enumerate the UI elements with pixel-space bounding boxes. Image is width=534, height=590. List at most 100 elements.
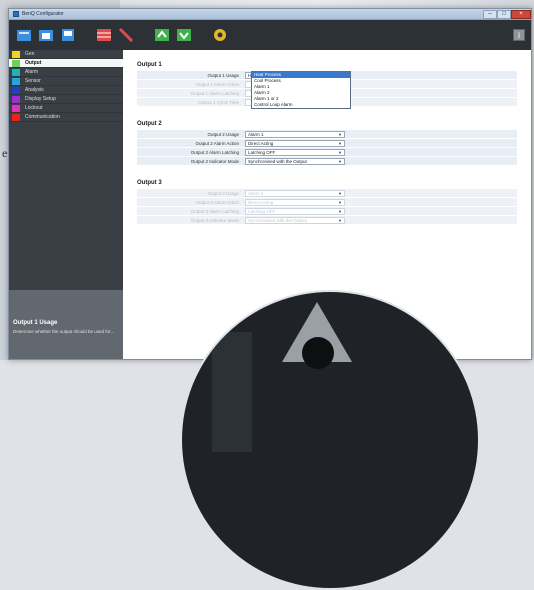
disconnect-button[interactable] [117, 26, 135, 44]
table-icon [97, 29, 111, 41]
output-2-usage-select[interactable]: Alarm 1 ▼ [245, 130, 345, 138]
select-value: Direct Acting [248, 140, 274, 146]
sidebar: Gen Output Alarm Sensor Analysis Display… [9, 50, 123, 359]
table-button[interactable] [95, 26, 113, 44]
field-row: Output 2 Indicator Mode Synchronised with… [137, 157, 517, 166]
sidebar-swatch [12, 104, 20, 112]
section-title-output-1: Output 1 [137, 62, 162, 68]
sidebar-item-alarm[interactable]: Alarm [9, 68, 123, 77]
gear-icon [214, 29, 226, 41]
output-2-alarm-latching-select[interactable]: Latching OFF ▼ [245, 148, 345, 156]
toolbar: i [9, 20, 531, 50]
sidebar-item-label: Communication [25, 114, 60, 120]
open-icon [39, 30, 53, 41]
sidebar-item-lockout[interactable]: Lockout [9, 104, 123, 113]
read-button[interactable] [153, 26, 171, 44]
select-value: Latching OFF [248, 208, 276, 214]
device-knob [302, 337, 334, 369]
help-panel: Output 1 Usage Determine whether the out… [9, 290, 123, 359]
new-file-icon [17, 30, 31, 41]
select-value: Alarm 1 [248, 131, 264, 137]
select-value: Synchronised with the Output [248, 158, 307, 164]
help-button[interactable]: i [513, 29, 525, 41]
select-value: Synchronised with the Output [248, 217, 307, 223]
sidebar-item-label: Gen [25, 51, 35, 57]
write-device-icon [177, 29, 191, 41]
sidebar-item-label: Analysis [25, 87, 44, 93]
sidebar-item-gen[interactable]: Gen [9, 50, 123, 59]
output-3-usage-select: Alarm 2 ▼ [245, 189, 345, 197]
output-1-usage-dropdown: Heat Process Cool Process Alarm 1 Alarm … [251, 71, 351, 109]
field-label: Output 1 Usage [207, 72, 239, 78]
sidebar-item-label: Alarm [25, 69, 39, 75]
chevron-down-icon: ▼ [338, 131, 342, 137]
help-panel-text: Determine whether the output should be u… [13, 329, 115, 334]
sidebar-item-output[interactable]: Output [9, 59, 123, 68]
sidebar-item-sensor[interactable]: Sensor [9, 77, 123, 86]
field-row: Output 3 Alarm Action Direct Acting ▼ [137, 198, 517, 207]
maximize-button[interactable]: □ [497, 10, 511, 19]
sidebar-item-display-setup[interactable]: Display Setup [9, 95, 123, 104]
output-3-indicator-mode-select: Synchronised with the Output ▼ [245, 216, 345, 224]
section-title-output-2: Output 2 [137, 121, 162, 127]
sidebar-item-communication[interactable]: Communication [9, 113, 123, 122]
field-label: Output 3 Usage [207, 190, 239, 196]
chevron-down-icon: ▼ [338, 158, 342, 164]
dropdown-option[interactable]: Control Loop Alarm [252, 102, 350, 108]
field-row: Output 2 Usage Alarm 1 ▼ [137, 130, 517, 139]
edge-letter: e [2, 146, 8, 160]
chevron-down-icon: ▼ [338, 199, 342, 205]
field-row: Output 3 Indicator Mode Synchronised with… [137, 216, 517, 225]
field-label: Output 2 Usage [207, 131, 239, 137]
write-button[interactable] [175, 26, 193, 44]
sidebar-item-label: Sensor [25, 78, 41, 84]
close-button[interactable]: × [511, 10, 531, 19]
sidebar-item-label: Lockout [25, 105, 43, 111]
field-label: Output 2 Alarm Action [195, 140, 239, 146]
sidebar-swatch [12, 68, 20, 76]
new-button[interactable] [15, 26, 33, 44]
field-label: Output 3 Alarm Latching [190, 208, 239, 214]
output-2-indicator-mode-select[interactable]: Synchronised with the Output ▼ [245, 157, 345, 165]
field-row: Output 3 Alarm Latching Latching OFF ▼ [137, 207, 517, 216]
field-label: Output 3 Alarm Action [195, 199, 239, 205]
sidebar-swatch [12, 59, 20, 67]
titlebar: BenQ Configurator – □ × [9, 9, 531, 20]
sidebar-swatch [12, 95, 20, 103]
field-row: Output 2 Alarm Latching Latching OFF ▼ [137, 148, 517, 157]
output-2-alarm-action-select[interactable]: Direct Acting ▼ [245, 139, 345, 147]
read-device-icon [155, 29, 169, 41]
help-panel-title: Output 1 Usage [13, 320, 58, 326]
chevron-down-icon: ▼ [338, 208, 342, 214]
minimize-button[interactable]: – [483, 10, 497, 19]
select-value: Latching OFF [248, 149, 276, 155]
field-label: Output 1 Alarm Latching [190, 90, 239, 96]
sidebar-swatch [12, 77, 20, 85]
sidebar-swatch [12, 113, 20, 121]
print-icon [62, 29, 74, 41]
print-button[interactable] [59, 26, 77, 44]
chevron-down-icon: ▼ [338, 217, 342, 223]
select-value: Alarm 2 [248, 190, 264, 196]
sidebar-swatch [12, 86, 20, 94]
field-label: Output 1 Alarm Action [195, 81, 239, 87]
chevron-down-icon: ▼ [338, 190, 342, 196]
window-title: BenQ Configurator [22, 11, 64, 17]
device-photo-overlay [180, 290, 480, 590]
device-body [212, 332, 252, 452]
field-label: Output 1 Cycle Time [198, 99, 239, 105]
chevron-down-icon: ▼ [338, 149, 342, 155]
chevron-down-icon: ▼ [338, 140, 342, 146]
sidebar-item-label: Output [25, 60, 42, 66]
field-label: Output 2 Alarm Latching [190, 149, 239, 155]
field-row: Output 3 Usage Alarm 2 ▼ [137, 189, 517, 198]
sidebar-item-analysis[interactable]: Analysis [9, 86, 123, 95]
open-button[interactable] [37, 26, 55, 44]
window-controls: – □ × [483, 9, 531, 19]
app-icon [13, 11, 19, 17]
field-label: Output 2 Indicator Mode [190, 158, 239, 164]
settings-button[interactable] [211, 26, 229, 44]
select-value: Direct Acting [248, 199, 274, 205]
sidebar-swatch [12, 50, 20, 58]
output-3-alarm-latching-select: Latching OFF ▼ [245, 207, 345, 215]
